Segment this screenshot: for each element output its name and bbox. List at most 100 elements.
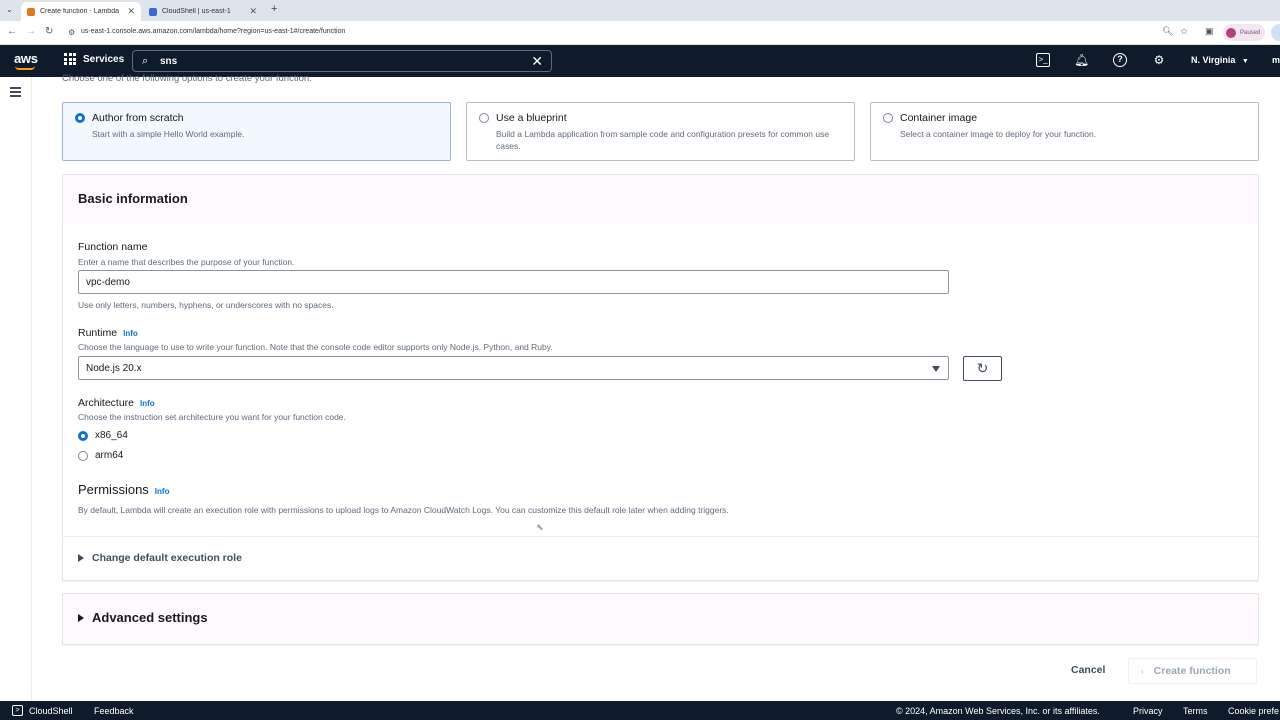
architecture-option-label: arm64 — [95, 450, 124, 461]
create-function-label: Create function — [1153, 665, 1231, 677]
cancel-button[interactable]: Cancel — [1071, 664, 1105, 676]
tab-list-chevron-icon[interactable]: ⌄ — [6, 5, 13, 14]
architecture-info-link[interactable]: Info — [140, 399, 155, 408]
feedback-footer-link[interactable]: Feedback — [94, 706, 134, 716]
account-menu-button[interactable]: m — [1272, 55, 1280, 65]
chevron-down-icon: ▼ — [1241, 58, 1249, 65]
url-text: us-east-1.console.aws.amazon.com/lambda/… — [81, 28, 346, 35]
new-tab-icon[interactable]: + — [271, 3, 277, 15]
caret-down-icon — [932, 366, 940, 372]
copyright-text: © 2024, Amazon Web Services, Inc. or its… — [896, 706, 1100, 716]
search-icon: ⌕ — [142, 55, 149, 67]
settings-gear-icon[interactable]: ⚙ — [1152, 53, 1166, 67]
radio-use-a-blueprint[interactable] — [479, 113, 489, 123]
caret-right-icon — [78, 554, 84, 562]
option-title: Use a blueprint — [496, 112, 567, 124]
permissions-heading-row: Permissions Info — [78, 482, 169, 497]
function-name-description: Enter a name that describes the purpose … — [78, 257, 295, 267]
site-info-icon[interactable]: ⚙ — [68, 28, 75, 37]
architecture-option-x86-64[interactable]: x86_64 — [78, 430, 128, 441]
cloudshell-footer-link[interactable]: CloudShell — [29, 706, 73, 716]
option-description: Select a container image to deploy for y… — [900, 129, 1097, 139]
options-intro-text: Choose one of the following options to c… — [62, 73, 312, 84]
refresh-icon: ↻ — [976, 360, 989, 376]
panel-header: Basic information — [63, 175, 1258, 224]
aws-logo-smile — [15, 66, 35, 70]
architecture-label: Architecture — [78, 397, 135, 409]
region-selector[interactable]: N. Virginia ▼ — [1191, 55, 1249, 65]
refresh-runtimes-button[interactable]: ↻ — [963, 356, 1002, 381]
notifications-bell-icon[interactable]: 🔔︎ — [1074, 53, 1089, 67]
architecture-label-row: Architecture Info — [78, 397, 155, 409]
option-container-image[interactable]: Container image Select a container image… — [870, 102, 1259, 161]
url-field[interactable]: ⚙ us-east-1.console.aws.amazon.com/lambd… — [68, 28, 346, 37]
help-icon[interactable]: ? — [1113, 53, 1127, 67]
function-name-field[interactable]: vpc-demo — [78, 270, 949, 294]
console-footer: > CloudShell Feedback © 2024, Amazon Web… — [0, 701, 1280, 720]
function-name-label: Function name — [78, 241, 148, 253]
permissions-title: Permissions — [78, 482, 149, 497]
caret-right-icon — [78, 613, 84, 622]
back-icon[interactable]: ← — [7, 26, 17, 37]
search-value: sns — [160, 56, 178, 67]
divider — [63, 536, 1258, 537]
browser-tab-cloudshell[interactable]: CloudShell | us-east-1 ✕ — [143, 2, 263, 21]
browser-tab-lambda[interactable]: Create function - Lambda ✕ — [21, 2, 141, 21]
permissions-description: By default, Lambda will create an execut… — [78, 505, 729, 515]
radio-arm64[interactable] — [78, 450, 88, 461]
function-name-constraint: Use only letters, numbers, hyphens, or u… — [78, 300, 334, 310]
bookmark-star-icon[interactable]: ☆ — [1180, 26, 1188, 37]
reload-icon[interactable]: ↻ — [45, 26, 53, 37]
runtime-description: Choose the language to use to write your… — [78, 342, 553, 352]
radio-author-from-scratch[interactable] — [75, 113, 85, 123]
forward-icon[interactable]: → — [26, 26, 36, 37]
cloudshell-favicon-icon — [149, 7, 157, 16]
main-content: Choose one of the following options to c… — [32, 73, 1280, 701]
aws-logo[interactable]: aws — [14, 51, 38, 66]
permissions-info-link[interactable]: Info — [155, 487, 170, 496]
services-grid-icon — [64, 53, 76, 65]
change-execution-role-expander[interactable]: Change default execution role — [78, 552, 242, 564]
profile-status: Paused — [1240, 29, 1261, 36]
services-label: Services — [83, 53, 125, 65]
radio-x86-64[interactable] — [78, 430, 88, 441]
advanced-settings-expander[interactable]: Advanced settings — [78, 610, 208, 625]
create-function-button[interactable]: ‹ Create function — [1128, 658, 1257, 684]
cloudshell-icon[interactable]: >_ — [1036, 53, 1050, 67]
architecture-option-arm64[interactable]: arm64 — [78, 450, 123, 461]
function-name-value: vpc-demo — [86, 277, 130, 288]
option-description: Start with a simple Hello World example. — [92, 129, 245, 139]
option-title: Container image — [900, 112, 978, 124]
option-use-a-blueprint[interactable]: Use a blueprint Build a Lambda applicati… — [466, 102, 855, 161]
architecture-description: Choose the instruction set architecture … — [78, 412, 346, 422]
expander-label: Change default execution role — [92, 552, 242, 564]
services-menu-button[interactable]: Services — [64, 53, 124, 65]
radio-container-image[interactable] — [883, 113, 893, 123]
cookie-preferences-footer-link[interactable]: Cookie prefe — [1228, 706, 1279, 716]
option-author-from-scratch[interactable]: Author from scratch Start with a simple … — [62, 102, 451, 161]
zoom-icon[interactable]: 🔍︎ — [1162, 26, 1173, 37]
spinner-icon: ‹ — [1141, 666, 1144, 676]
basic-information-panel: Basic information Function name Enter a … — [62, 174, 1259, 581]
clear-search-icon[interactable]: ✕ — [531, 53, 543, 70]
mouse-cursor-icon: ⬉ — [536, 522, 544, 532]
extension-button[interactable] — [1271, 24, 1280, 41]
architecture-option-label: x86_64 — [95, 430, 128, 441]
profile-button[interactable]: Paused — [1223, 24, 1265, 41]
browser-address-bar: ← → ↻ ⚙ us-east-1.console.aws.amazon.com… — [0, 21, 1280, 45]
close-tab-icon[interactable]: ✕ — [127, 6, 135, 17]
tab-title: CloudShell | us-east-1 — [162, 8, 231, 15]
runtime-info-link[interactable]: Info — [123, 329, 138, 338]
close-tab-icon[interactable]: ✕ — [249, 6, 257, 17]
runtime-select[interactable]: Node.js 20.x — [78, 356, 949, 380]
side-panel-icon[interactable]: ▣ — [1205, 26, 1214, 37]
terms-footer-link[interactable]: Terms — [1183, 706, 1208, 716]
browser-tab-bar: ⌄ Create function - Lambda ✕ CloudShell … — [0, 0, 1280, 21]
lambda-favicon-icon — [27, 7, 35, 16]
expander-label: Advanced settings — [92, 610, 208, 625]
panel-title: Basic information — [78, 191, 188, 206]
search-input[interactable]: ⌕ sns ✕ — [132, 50, 552, 72]
region-label: N. Virginia — [1191, 55, 1236, 65]
privacy-footer-link[interactable]: Privacy — [1133, 706, 1163, 716]
hamburger-menu-icon[interactable] — [10, 87, 21, 99]
